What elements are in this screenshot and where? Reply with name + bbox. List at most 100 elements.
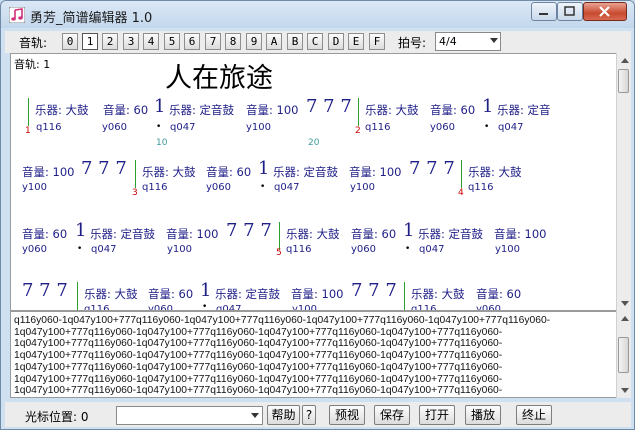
bar-line xyxy=(358,98,359,126)
status-bar: 光标位置: 0 帮助 ? 预视 保存 打开 播放 终止 xyxy=(5,402,631,427)
preview-button[interactable]: 预视 xyxy=(329,405,365,425)
code-token: y060 xyxy=(351,244,377,255)
measure-number: 2 xyxy=(355,126,361,136)
instrument-label: 乐器: 大鼓 xyxy=(142,165,196,179)
track-button-5[interactable]: 5 xyxy=(164,33,180,50)
note: 1 xyxy=(258,158,270,179)
music-note-icon xyxy=(9,7,25,23)
note-dot: • xyxy=(156,122,162,132)
track-button-4[interactable]: 4 xyxy=(143,33,159,50)
volume-label: 音量: 60 xyxy=(206,165,252,179)
track-button-1[interactable]: 1 xyxy=(82,33,98,50)
score-canvas[interactable]: 音轨: 1 人在旅途 1 乐器: 大鼓 音量: 60 1 乐器: 定音鼓 音量:… xyxy=(10,53,618,311)
note: 1 xyxy=(154,96,166,117)
code-token: q047 xyxy=(419,244,445,255)
track-button-3[interactable]: 3 xyxy=(123,33,139,50)
save-button[interactable]: 保存 xyxy=(374,405,410,425)
volume-label: 音量: 60 xyxy=(476,287,522,301)
code-line: 1q047y100+777q116y060-1q047y100+777q116y… xyxy=(14,326,503,338)
code-token: y060 xyxy=(430,122,456,133)
note-dot: • xyxy=(484,122,490,132)
track-button-0[interactable]: 0 xyxy=(62,33,78,50)
code-line: 1q047y100+777q116y060-1q047y100+777q116y… xyxy=(14,338,503,350)
meter-value: 4/4 xyxy=(439,35,457,48)
track-button-a[interactable]: A xyxy=(266,33,282,50)
code-token: y060 xyxy=(476,304,502,311)
volume-label: 音量: 100 xyxy=(494,227,547,241)
code-token: q116 xyxy=(286,244,312,255)
volume-label: 音量: 60 xyxy=(351,227,397,241)
scroll-thumb[interactable] xyxy=(618,69,629,93)
bar-line xyxy=(135,160,136,188)
stop-button[interactable]: 终止 xyxy=(516,405,552,425)
instrument-label: 乐器: 大鼓 xyxy=(84,287,138,301)
code-token: y100 xyxy=(495,244,521,255)
measure-number: 3 xyxy=(132,188,138,198)
notes: 7 7 7 xyxy=(351,280,397,301)
notes: 7 7 7 xyxy=(409,158,455,179)
scroll-thumb[interactable] xyxy=(618,337,629,373)
code-token: y100 xyxy=(246,122,272,133)
measure-number: 5 xyxy=(276,248,282,258)
track-button-b[interactable]: B xyxy=(287,33,303,50)
note: 1 xyxy=(75,220,87,241)
instrument-label: 乐器: 定音鼓 xyxy=(169,103,235,117)
code-scrollbar[interactable] xyxy=(616,311,631,398)
note: 1 xyxy=(403,220,415,241)
notes: 7 7 7 xyxy=(22,280,68,301)
maximize-button[interactable] xyxy=(557,2,583,21)
instrument-label: 乐器: 定音鼓 xyxy=(273,165,339,179)
code-text: q116y060-1q047y100+777q116y060-1q047y100… xyxy=(14,315,550,397)
code-editor[interactable]: q116y060-1q047y100+777q116y060-1q047y100… xyxy=(10,311,622,398)
code-line: 1q047y100+777q116y060-1q047y100+777q116y… xyxy=(14,385,503,397)
bar-line xyxy=(77,282,78,310)
track-button-d[interactable]: D xyxy=(328,33,344,50)
code-token: y060 xyxy=(206,182,232,193)
volume-label: 音量: 60 xyxy=(430,103,476,117)
code-token: q047 xyxy=(170,122,196,133)
track-button-6[interactable]: 6 xyxy=(184,33,200,50)
track-button-c[interactable]: C xyxy=(307,33,323,50)
score-title: 人在旅途 xyxy=(165,63,273,94)
track-button-e[interactable]: E xyxy=(348,33,364,50)
track-button-9[interactable]: 9 xyxy=(246,33,262,50)
question-button[interactable]: ? xyxy=(302,405,316,425)
code-token: q116 xyxy=(411,304,437,311)
code-token: q116 xyxy=(142,182,168,193)
instrument-label: 乐器: 定音鼓 xyxy=(90,227,156,241)
instrument-label: 乐器: 定音鼓 xyxy=(418,227,484,241)
help-button[interactable]: 帮助 xyxy=(267,405,300,425)
note: 1 xyxy=(482,96,494,117)
track-button-f[interactable]: F xyxy=(369,33,385,50)
track-button-7[interactable]: 7 xyxy=(205,33,221,50)
scroll-down-icon[interactable] xyxy=(621,388,629,393)
close-button[interactable] xyxy=(583,2,627,21)
bar-line xyxy=(279,222,280,250)
code-token: q116 xyxy=(84,304,110,311)
chevron-down-icon xyxy=(490,38,498,43)
code-line: 1q047y100+777q116y060-1q047y100+777q116y… xyxy=(14,373,503,385)
meter-select[interactable]: 4/4 xyxy=(435,32,501,51)
scroll-up-icon[interactable] xyxy=(621,316,629,321)
scroll-up-icon[interactable] xyxy=(621,58,629,63)
volume-label: 音量: 100 xyxy=(22,165,75,179)
instrument-label: 乐器: 大鼓 xyxy=(365,103,419,117)
notes: 7 7 7 xyxy=(306,96,352,117)
meter-label: 拍号: xyxy=(398,36,427,50)
track-button-2[interactable]: 2 xyxy=(102,33,118,50)
position-select[interactable] xyxy=(116,406,263,425)
note-dot: • xyxy=(260,182,266,192)
code-token: y060 xyxy=(102,122,128,133)
code-line: q116y060-1q047y100+777q116y060-1q047y100… xyxy=(14,315,551,326)
title-bar: 勇芳_简谱编辑器 1.0 xyxy=(1,1,634,28)
minimize-button[interactable] xyxy=(531,2,557,21)
code-token: q116 xyxy=(365,122,391,133)
track-button-8[interactable]: 8 xyxy=(225,33,241,50)
score-scrollbar[interactable] xyxy=(616,53,631,311)
instrument-label: 乐器: 定音鼓 xyxy=(215,287,281,301)
open-button[interactable]: 打开 xyxy=(419,405,455,425)
volume-label: 音量: 100 xyxy=(246,103,299,117)
volume-label: 音量: 100 xyxy=(166,227,219,241)
play-button[interactable]: 播放 xyxy=(465,405,501,425)
scroll-down-icon[interactable] xyxy=(621,301,629,306)
